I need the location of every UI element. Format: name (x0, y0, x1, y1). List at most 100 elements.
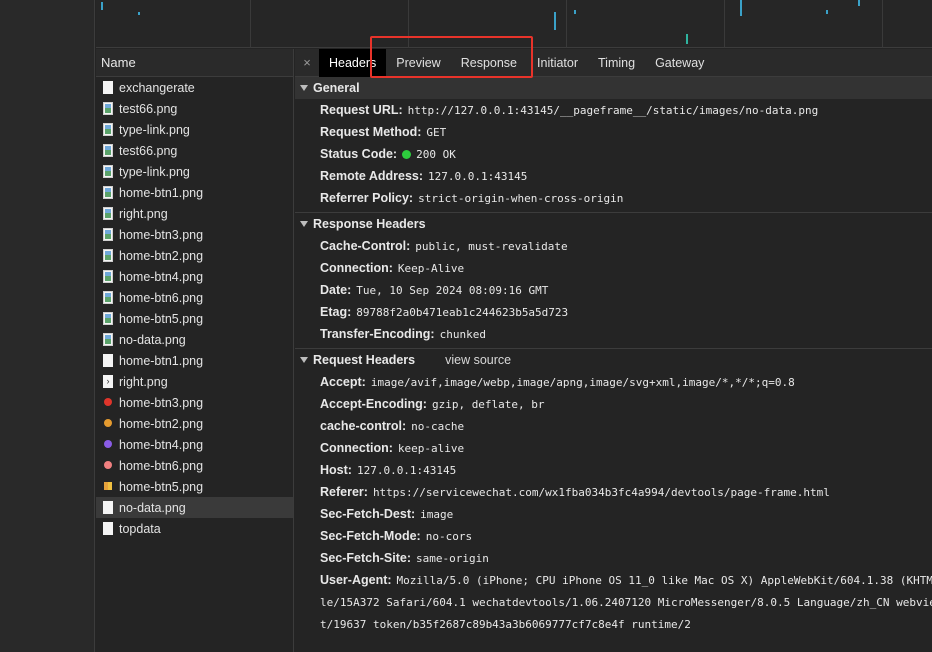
header-key: Accept-Encoding: (320, 397, 427, 411)
request-row[interactable]: home-btn4.png (96, 266, 293, 287)
header-key: Transfer-Encoding: (320, 327, 435, 341)
request-row[interactable]: home-btn4.png (96, 434, 293, 455)
header-value: GET (426, 125, 447, 139)
header-row: Sec-Fetch-Dest: image (295, 503, 932, 525)
response-headers-section: Response Headers Cache-Control: public, m… (295, 213, 932, 345)
request-row[interactable]: no-data.png (96, 329, 293, 350)
header-value: 200 OK (416, 147, 456, 161)
image-icon (103, 228, 113, 241)
request-row[interactable]: exchangerate (96, 77, 293, 98)
image-icon (103, 291, 113, 304)
request-name: home-btn3.png (119, 227, 204, 242)
header-value: chunked (439, 327, 486, 341)
request-name: test66.png (119, 143, 178, 158)
image-icon (103, 207, 113, 220)
blank-image-icon (103, 354, 113, 367)
timeline-bar (686, 34, 688, 44)
request-row[interactable]: test66.png (96, 98, 293, 119)
header-value: image/avif,image/webp,image/apng,image/s… (370, 375, 795, 389)
request-row[interactable]: test66.png (96, 140, 293, 161)
request-row[interactable]: home-btn6.png (96, 455, 293, 476)
close-icon[interactable]: × (295, 55, 319, 70)
header-row: Status Code: 200 OK (295, 143, 932, 165)
status-ok-dot-icon (402, 149, 412, 159)
image-icon (103, 249, 113, 262)
request-headers-section-header[interactable]: Request Headers view source (295, 349, 932, 371)
header-key: Sec-Fetch-Mode: (320, 529, 421, 543)
image-icon (103, 333, 113, 346)
general-section-header[interactable]: General (295, 77, 932, 99)
timeline-bar (858, 0, 860, 6)
request-row[interactable]: home-btn5.png (96, 476, 293, 497)
request-name: topdata (119, 521, 161, 536)
timeline-bar (826, 10, 828, 14)
header-key: Remote Address: (320, 169, 424, 183)
header-value: gzip, deflate, br (431, 397, 545, 411)
request-name: home-btn2.png (119, 416, 204, 431)
request-row[interactable]: home-btn5.png (96, 308, 293, 329)
header-value: https://servicewechat.com/wx1fba034b3fc4… (372, 485, 830, 499)
triangle-down-icon (300, 85, 308, 91)
tab-initiator[interactable]: Initiator (527, 49, 588, 77)
header-row: Sec-Fetch-Site: same-origin (295, 547, 932, 569)
request-name: exchangerate (119, 80, 195, 95)
timeline-bar (554, 12, 556, 30)
header-value: t/19637 token/b35f2687c89b43a3b6069777cf… (320, 617, 691, 631)
header-row: Etag: 89788f2a0b471eab1c244623b5a5d723 (295, 301, 932, 323)
header-key: User-Agent: (320, 573, 392, 587)
request-row[interactable]: home-btn2.png (96, 413, 293, 434)
timeline-bar (101, 2, 103, 10)
request-name: home-btn6.png (119, 458, 204, 473)
header-key: Status Code: (320, 147, 398, 161)
view-source-link[interactable]: view source (445, 353, 511, 367)
triangle-down-icon (300, 221, 308, 227)
request-row[interactable]: home-btn2.png (96, 245, 293, 266)
header-row: Cache-Control: public, must-revalidate (295, 235, 932, 257)
image-icon (103, 312, 113, 325)
image-icon (103, 165, 113, 178)
request-row[interactable]: topdata (96, 518, 293, 539)
header-value: 127.0.0.1:43145 (428, 169, 528, 183)
header-key: Connection: (320, 441, 393, 455)
header-key: Request Method: (320, 125, 422, 139)
request-row[interactable]: home-btn1.png (96, 350, 293, 371)
name-column-header[interactable]: Name (96, 49, 293, 77)
header-value-continuation: t/19637 token/b35f2687c89b43a3b6069777cf… (295, 613, 932, 635)
header-value-continuation: le/15A372 Safari/604.1 wechatdevtools/1.… (295, 591, 932, 613)
header-row: Sec-Fetch-Mode: no-cors (295, 525, 932, 547)
request-row[interactable]: home-btn3.png (96, 392, 293, 413)
request-name: home-btn6.png (119, 290, 204, 305)
header-row: Connection: keep-alive (295, 437, 932, 459)
request-row[interactable]: no-data.png (96, 497, 293, 518)
request-row[interactable]: › right.png (96, 371, 293, 392)
tab-timing[interactable]: Timing (588, 49, 645, 77)
arrow-image-icon: › (103, 375, 113, 388)
header-row: Host: 127.0.0.1:43145 (295, 459, 932, 481)
request-row[interactable]: home-btn3.png (96, 224, 293, 245)
response-headers-section-header[interactable]: Response Headers (295, 213, 932, 235)
request-row[interactable]: right.png (96, 203, 293, 224)
header-row: Connection: Keep-Alive (295, 257, 932, 279)
request-name: no-data.png (119, 500, 186, 515)
image-icon (103, 186, 113, 199)
header-row: Date: Tue, 10 Sep 2024 08:09:16 GMT (295, 279, 932, 301)
tab-gateway[interactable]: Gateway (645, 49, 714, 77)
request-name: home-btn4.png (119, 269, 204, 284)
timeline-bar (574, 10, 576, 14)
timeline-bar (138, 12, 140, 15)
request-name: home-btn1.png (119, 185, 204, 200)
request-row[interactable]: home-btn6.png (96, 287, 293, 308)
header-value: image (420, 507, 454, 521)
pink-square-icon (103, 459, 113, 472)
request-row[interactable]: home-btn1.png (96, 182, 293, 203)
request-row[interactable]: type-link.png (96, 161, 293, 182)
header-value: Tue, 10 Sep 2024 08:09:16 GMT (356, 283, 549, 297)
request-row[interactable]: type-link.png (96, 119, 293, 140)
header-value: no-cors (425, 529, 473, 543)
header-row: Request Method: GET (295, 121, 932, 143)
request-name: test66.png (119, 101, 178, 116)
header-value: le/15A372 Safari/604.1 wechatdevtools/1.… (320, 595, 932, 609)
header-value: 127.0.0.1:43145 (356, 463, 457, 477)
header-row: Accept: image/avif,image/webp,image/apng,… (295, 371, 932, 393)
request-name: type-link.png (119, 164, 190, 179)
